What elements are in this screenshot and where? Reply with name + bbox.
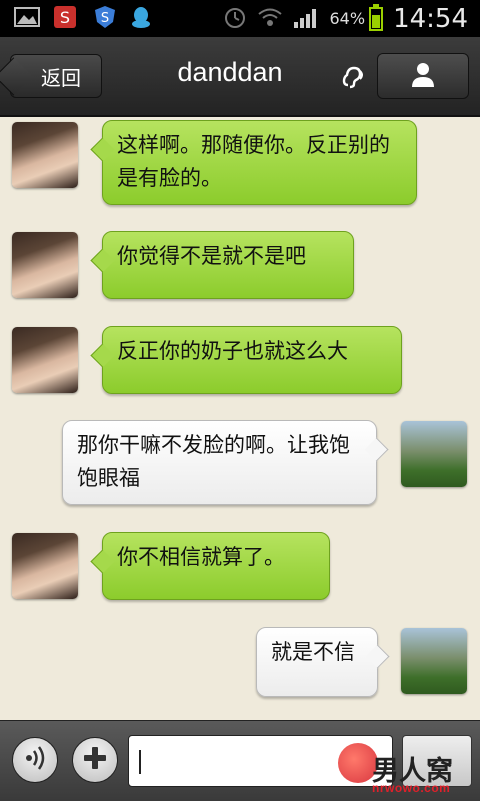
contact-profile-button[interactable]	[377, 53, 469, 99]
svg-text:S: S	[60, 8, 70, 27]
qq-icon	[128, 5, 154, 29]
message-text: 反正你的奶子也就这么大	[117, 339, 348, 363]
chat-title: danddan	[177, 57, 283, 87]
status-bar: S S 64% 14:54	[0, 0, 480, 37]
voice-button[interactable]	[12, 737, 58, 783]
contact-avatar[interactable]	[12, 122, 78, 188]
voice-icon	[21, 744, 49, 776]
chat-header: 返回 danddan	[0, 37, 480, 117]
alarm-icon	[222, 5, 248, 29]
wifi-icon	[257, 5, 283, 29]
gallery-icon	[14, 5, 40, 29]
incoming-message[interactable]: 你觉得不是就不是吧	[102, 231, 354, 299]
earpiece-mode-icon[interactable]	[340, 63, 366, 91]
message-list[interactable]: 这样啊。那随便你。反正别的是有脸的。 你觉得不是就不是吧 反正你的奶子也就这么大…	[0, 117, 480, 719]
s-app-icon: S	[52, 5, 78, 29]
back-button-label: 返回	[41, 65, 81, 90]
clock: 14:54	[393, 3, 468, 34]
message-text: 你觉得不是就不是吧	[117, 244, 306, 268]
battery-icon	[369, 3, 384, 31]
contact-avatar[interactable]	[12, 533, 78, 599]
watermark-url: nrwowo.com	[372, 781, 451, 795]
svg-text:S: S	[101, 11, 109, 26]
outgoing-message[interactable]: 那你干嘛不发脸的啊。让我饱饱眼福	[62, 420, 377, 505]
battery-percent: 64%	[329, 9, 366, 28]
shield-app-icon: S	[92, 5, 118, 29]
more-options-button[interactable]	[72, 737, 118, 783]
contact-profile-icon	[409, 60, 437, 92]
my-avatar[interactable]	[401, 628, 467, 694]
back-button[interactable]: 返回	[10, 54, 102, 98]
plus-icon	[81, 744, 109, 776]
incoming-message[interactable]: 你不相信就算了。	[102, 532, 330, 600]
message-text: 那你干嘛不发脸的啊。让我饱饱眼福	[77, 433, 350, 490]
message-text: 就是不信	[271, 640, 355, 664]
outgoing-message[interactable]: 就是不信	[256, 627, 378, 697]
signal-icon	[292, 5, 318, 29]
input-bar: 男人窝 nrwowo.com	[0, 720, 480, 801]
incoming-message[interactable]: 反正你的奶子也就这么大	[102, 326, 402, 394]
text-caret	[139, 750, 141, 774]
message-text: 这样啊。那随便你。反正别的是有脸的。	[117, 133, 390, 190]
incoming-message[interactable]: 这样啊。那随便你。反正别的是有脸的。	[102, 120, 417, 205]
message-text: 你不相信就算了。	[117, 545, 285, 569]
contact-avatar[interactable]	[12, 327, 78, 393]
contact-avatar[interactable]	[12, 232, 78, 298]
my-avatar[interactable]	[401, 421, 467, 487]
